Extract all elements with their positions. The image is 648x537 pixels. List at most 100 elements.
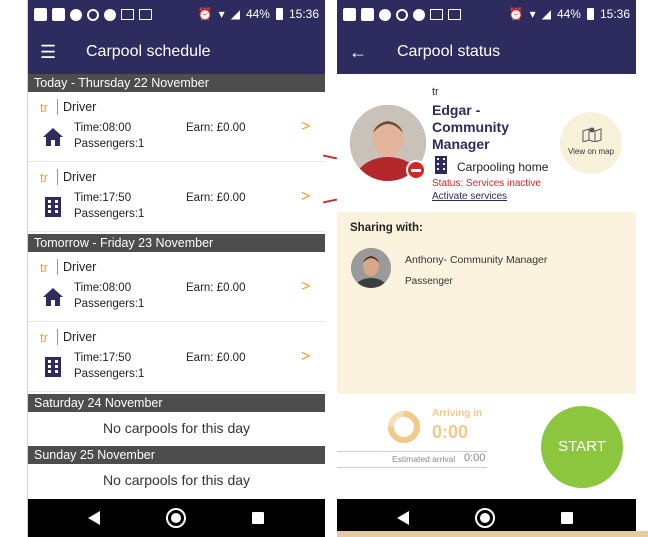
empty-day-message: No carpools for this day <box>102 420 251 436</box>
building-icon <box>435 156 447 174</box>
signal-icon: ◢ <box>541 7 551 21</box>
trip-role: Driver <box>63 170 97 184</box>
trip-row[interactable]: tr Driver Time:17:50 Passengers:1 Earn: … <box>28 322 325 392</box>
day-header-tomorrow: Tomorrow - Friday 23 November <box>28 234 325 252</box>
start-button[interactable]: START <box>541 406 623 488</box>
day-header-today: Today - Thursday 22 November <box>28 74 325 92</box>
sharing-panel: Sharing with: Anthony- Community Manager… <box>337 212 636 394</box>
background-strip <box>337 531 648 537</box>
passenger-role: Passenger <box>405 276 453 287</box>
trip-role: Driver <box>63 100 97 114</box>
clock: 15:36 <box>599 7 630 21</box>
carpool-status-screen: ⏰ ▾ ◢ 44% 15:36 ← Carpool status tr Edga… <box>337 0 636 537</box>
battery-percent: 44% <box>556 7 581 21</box>
status-bar: ⏰ ▾ ◢ 44% 15:36 <box>28 0 325 30</box>
home-icon <box>43 128 63 146</box>
activate-services-link[interactable]: Activate services <box>432 191 507 202</box>
wifi-icon: ▾ <box>218 7 225 21</box>
trip-time: Time:17:50 <box>74 352 132 364</box>
trip-row[interactable]: tr Driver Time:08:00 Passengers:1 Earn: … <box>28 92 325 162</box>
nav-home-icon[interactable] <box>475 508 495 528</box>
empty-day-message: No carpools for this day <box>102 472 251 488</box>
ring-notification-icon <box>87 8 99 21</box>
day-header-sunday: Sunday 25 November <box>28 446 325 464</box>
trip-earnings: Earn: £0.00 <box>186 192 246 204</box>
divider <box>337 467 487 468</box>
signal-icon: ◢ <box>230 7 240 21</box>
sharing-title: Sharing with: <box>350 222 423 234</box>
trip-time: Time:08:00 <box>74 282 132 294</box>
trip-company-tag: tr <box>40 170 48 185</box>
media-notification-icon <box>361 8 374 21</box>
alarm-icon: ⏰ <box>508 7 524 21</box>
trip-passengers: Passengers:1 <box>74 138 145 150</box>
wifi-icon: ▾ <box>529 7 536 21</box>
arrival-section: Arriving in 0:00 Estimated arrival 0:00 … <box>337 394 636 499</box>
divider <box>57 329 58 345</box>
nav-recents-icon[interactable] <box>252 512 264 524</box>
app-bar: ☰ Carpool schedule <box>28 30 325 74</box>
passenger-avatar <box>351 248 391 288</box>
ring-notification-icon <box>396 8 408 21</box>
trip-role: Driver <box>63 260 97 274</box>
notification-icons <box>34 8 152 21</box>
nav-recents-icon[interactable] <box>561 512 573 524</box>
nav-home-icon[interactable] <box>166 508 186 528</box>
view-on-map-label: View on map <box>567 147 615 156</box>
divider <box>57 169 58 185</box>
arrival-progress-ring <box>388 411 420 443</box>
blocked-icon <box>104 8 116 21</box>
battery-percent: 44% <box>245 7 270 21</box>
battery-icon <box>275 8 283 20</box>
clock: 15:36 <box>288 7 319 21</box>
trip-row[interactable]: tr Driver Time:17:50 Passengers:1 Earn: … <box>28 162 325 232</box>
divider <box>57 259 58 275</box>
messenger-icon <box>379 8 391 21</box>
app-notification-icon <box>34 8 47 21</box>
inactive-status-icon <box>406 160 426 180</box>
blocked-icon <box>413 8 425 21</box>
arriving-time: 0:00 <box>432 422 469 442</box>
trip-company-tag: tr <box>40 100 48 115</box>
trip-company-tag: tr <box>40 260 48 275</box>
system-nav-bar <box>28 499 325 537</box>
trip-earnings: Earn: £0.00 <box>186 352 246 364</box>
trip-passengers: Passengers:1 <box>74 208 145 220</box>
trip-company-tag: tr <box>40 330 48 345</box>
trip-role: Driver <box>63 330 97 344</box>
service-status: Status: Services inactive <box>432 178 541 189</box>
trip-earnings: Earn: £0.00 <box>186 282 246 294</box>
chevron-right-icon: > <box>301 118 311 135</box>
nav-back-icon[interactable] <box>88 511 100 525</box>
alarm-icon: ⏰ <box>197 7 213 21</box>
annotation-mark <box>322 198 338 204</box>
passenger-name: Anthony- Community Manager <box>405 254 548 266</box>
company-tag: tr <box>432 86 439 98</box>
nav-back-icon[interactable] <box>397 511 409 525</box>
chevron-right-icon: > <box>301 188 311 205</box>
trip-row[interactable]: tr Driver Time:08:00 Passengers:1 Earn: … <box>28 252 325 322</box>
trip-passengers: Passengers:1 <box>74 368 145 380</box>
activity-notification-icon <box>448 9 461 20</box>
estimated-arrival-label: Estimated arrival <box>392 454 456 464</box>
battery-icon <box>586 8 594 20</box>
trip-passengers: Passengers:1 <box>74 298 145 310</box>
building-icon <box>45 197 61 217</box>
person-photo-icon <box>351 248 391 288</box>
chevron-right-icon: > <box>301 278 311 295</box>
building-icon <box>45 357 61 377</box>
arriving-label: Arriving in <box>432 408 483 419</box>
driver-profile: tr Edgar - Community Manager Carpooling … <box>337 74 636 212</box>
destination-label: Carpooling home <box>457 160 549 174</box>
menu-icon[interactable]: ☰ <box>40 42 56 62</box>
back-arrow-icon[interactable]: ← <box>349 42 367 62</box>
app-bar: ← Carpool status <box>337 30 636 74</box>
trip-earnings: Earn: £0.00 <box>186 122 246 134</box>
chevron-right-icon: > <box>301 348 311 365</box>
home-icon <box>43 288 63 306</box>
activity-notification-icon <box>139 9 152 20</box>
image-notification-icon <box>121 9 134 20</box>
view-on-map-button[interactable]: View on map <box>560 112 622 174</box>
page-title: Carpool status <box>397 43 501 60</box>
messenger-icon <box>70 8 82 21</box>
